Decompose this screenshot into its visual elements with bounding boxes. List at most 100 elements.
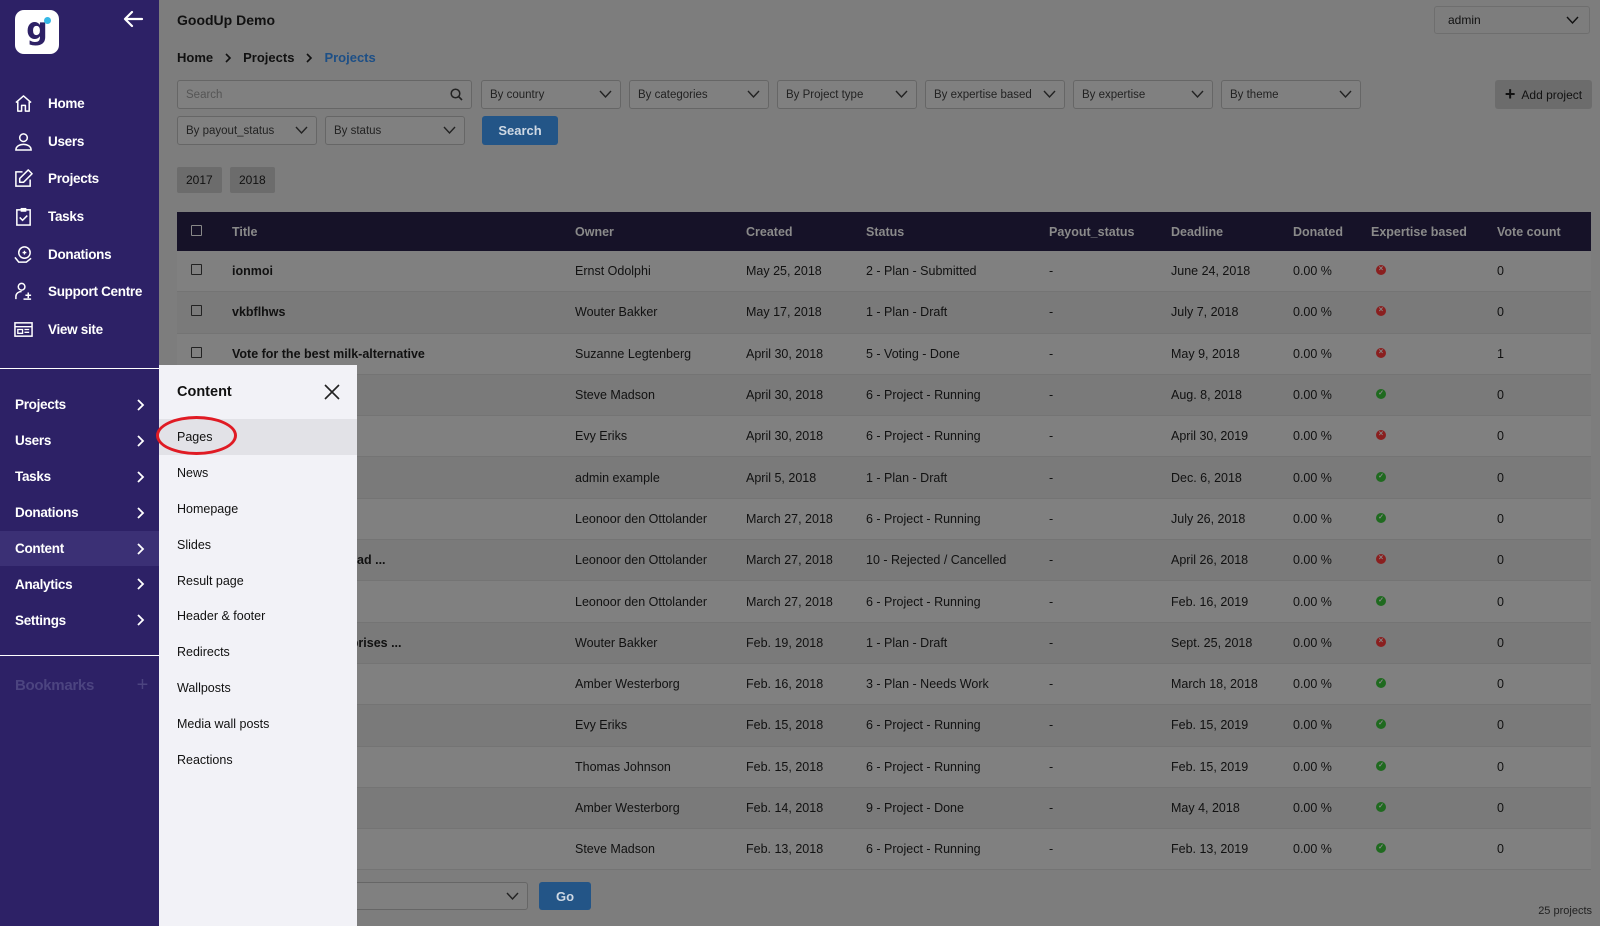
table-row[interactable]: chtelingenAmber WesterborgFeb. 16, 20183… xyxy=(177,663,1591,706)
filter-categories-select[interactable]: By categories xyxy=(629,80,769,109)
row-expertise-based xyxy=(1371,553,1497,567)
add-project-button[interactable]: + Add project xyxy=(1495,80,1592,109)
nav-item-tasks[interactable]: Tasks xyxy=(0,198,159,236)
search-icon[interactable] xyxy=(450,88,463,101)
column-expertise-based[interactable]: Expertise based xyxy=(1371,225,1497,239)
flyout-item-wallposts[interactable]: Wallposts xyxy=(159,670,357,706)
row-created: Feb. 13, 2018 xyxy=(746,842,824,857)
column-payout-status[interactable]: Payout_status xyxy=(1049,225,1171,239)
filter-expertise-based-select[interactable]: By expertise based xyxy=(925,80,1065,109)
column-vote-count[interactable]: Vote count xyxy=(1497,225,1591,239)
row-deadline: Sept. 25, 2018 xyxy=(1171,635,1253,650)
flyout-item-pages[interactable]: Pages xyxy=(159,419,357,455)
nav-item-projects[interactable]: Projects xyxy=(0,160,159,198)
table-row[interactable]: his amazing NGO ...Steve MadsonFeb. 13, … xyxy=(177,829,1591,871)
row-select-checkbox[interactable] xyxy=(191,305,202,317)
row-deadline: Feb. 16, 2019 xyxy=(1171,594,1249,609)
nav-item-label: Projects xyxy=(48,171,99,187)
table-row[interactable]: een droomhuis!Amber WesterborgFeb. 14, 2… xyxy=(177,787,1591,830)
search-input[interactable]: Search xyxy=(177,80,472,109)
row-vote-count: 0 xyxy=(1497,842,1504,857)
section-nav: Projects Users Tasks Donations Content A… xyxy=(0,387,159,638)
section-label: Analytics xyxy=(15,576,73,592)
filter-payout-status-select[interactable]: By payout_status xyxy=(177,116,317,145)
column-created[interactable]: Created xyxy=(746,225,866,239)
collapse-arrow-icon[interactable] xyxy=(122,9,144,29)
section-item-analytics[interactable]: Analytics xyxy=(0,566,159,602)
table-row[interactable]: vkbflhws Wouter Bakker May 17, 2018 1 - Pla… xyxy=(177,292,1591,334)
search-button[interactable]: Search xyxy=(482,116,558,145)
filter-country-select[interactable]: By country xyxy=(481,80,621,109)
section-item-tasks[interactable]: Tasks xyxy=(0,459,159,495)
year-filter-2017[interactable]: 2017 xyxy=(177,167,222,193)
section-label: Donations xyxy=(15,505,79,521)
flyout-item-reactions[interactable]: Reactions xyxy=(159,742,357,778)
nav-item-view-site[interactable]: View site xyxy=(0,311,159,349)
select-all-checkbox[interactable] xyxy=(191,224,202,236)
table-row[interactable]: Vote for the best milk-alternative Suzann… xyxy=(177,333,1591,375)
row-deadline: June 24, 2018 xyxy=(1171,264,1251,279)
table-row[interactable]: our value chainEvy EriksApril 30, 20186 … xyxy=(177,416,1591,458)
flyout-item-media-wall-posts[interactable]: Media wall posts xyxy=(159,706,357,742)
table-row[interactable]: np in BulgariaLeonoor den OttolanderMarc… xyxy=(177,498,1591,541)
table-row[interactable]: ionmoi Ernst Odolphi May 25, 2018 2 - Plan … xyxy=(177,251,1591,293)
chevron-down-icon xyxy=(443,126,456,135)
table-row[interactable]: admin example April 5, 2018 1 - Plan - Dra… xyxy=(177,457,1591,499)
row-expertise-based xyxy=(1371,677,1497,691)
flyout-item-header-footer[interactable]: Header & footer xyxy=(159,598,357,634)
row-deadline: Aug. 8, 2018 xyxy=(1171,388,1242,403)
flyout-item-news[interactable]: News xyxy=(159,455,357,491)
user-menu-select[interactable]: admin xyxy=(1434,6,1590,34)
flyout-item-homepage[interactable]: Homepage xyxy=(159,491,357,527)
flyout-item-redirects[interactable]: Redirects xyxy=(159,634,357,670)
filter-status-select[interactable]: By status xyxy=(325,116,465,145)
section-item-donations[interactable]: Donations xyxy=(0,495,159,531)
column-created-label: Created xyxy=(746,224,793,239)
section-item-projects[interactable]: Projects xyxy=(0,387,159,423)
row-select-checkbox[interactable] xyxy=(191,346,202,358)
nav-item-users[interactable]: Users xyxy=(0,123,159,161)
nav-item-home[interactable]: Home xyxy=(0,85,159,123)
nav-item-donations[interactable]: Donations xyxy=(0,235,159,273)
add-bookmark-icon[interactable]: + xyxy=(137,674,149,697)
section-item-users[interactable]: Users xyxy=(0,423,159,459)
bulk-action-select[interactable] xyxy=(354,882,528,910)
row-title[interactable]: ionmoi xyxy=(232,264,575,278)
go-button[interactable]: Go xyxy=(539,882,591,910)
table-row[interactable]: ucts for social enterprises ...Wouter Ba… xyxy=(177,622,1591,664)
nav-item-support-centre[interactable]: Support Centre xyxy=(0,273,159,311)
row-status: 9 - Project - Done xyxy=(866,801,964,815)
flyout-item-slides[interactable]: Slides xyxy=(159,527,357,563)
row-deadline: March 18, 2018 xyxy=(1171,677,1258,692)
breadcrumb-home[interactable]: Home xyxy=(177,50,213,65)
column-title[interactable]: Title xyxy=(232,225,575,239)
filter-expertise-select[interactable]: By expertise xyxy=(1073,80,1213,109)
filter-theme-select[interactable]: By theme xyxy=(1221,80,1361,109)
breadcrumb-projects[interactable]: Projects xyxy=(243,50,294,65)
column-owner[interactable]: Owner xyxy=(575,225,746,239)
column-deadline[interactable]: Deadline xyxy=(1171,225,1293,239)
year-filter-2018[interactable]: 2018 xyxy=(230,167,275,193)
table-row[interactable]: ndencentrum Maasstad ...Leonoor den Otto… xyxy=(177,540,1591,582)
row-payout-status: - xyxy=(1049,594,1054,609)
table-row[interactable]: consumptionThomas JohnsonFeb. 15, 20186 … xyxy=(177,746,1591,788)
row-select-checkbox[interactable] xyxy=(191,264,202,276)
filter-project-type-select[interactable]: By Project type xyxy=(777,80,917,109)
flyout-item-result-page[interactable]: Result page xyxy=(159,563,357,599)
table-row[interactable]: customersEvy EriksFeb. 15, 20186 - Proje… xyxy=(177,705,1591,747)
section-item-settings[interactable]: Settings xyxy=(0,602,159,638)
column-status[interactable]: ✕ ^Status xyxy=(866,225,1049,239)
row-title[interactable]: vkbflhws xyxy=(232,305,575,319)
table-row[interactable]: ckSteve MadsonApril 30, 20186 - Project … xyxy=(177,374,1591,417)
table-row[interactable]: Leonoor den Ottolander March 27, 2018 6 - … xyxy=(177,581,1591,623)
close-icon[interactable] xyxy=(323,383,341,401)
goodup-logo[interactable]: g xyxy=(15,10,59,54)
row-title[interactable]: Vote for the best milk-alternative xyxy=(232,347,575,361)
row-created: Feb. 16, 2018 xyxy=(746,677,824,692)
select-label: By country xyxy=(490,88,545,101)
column-donated[interactable]: Donated xyxy=(1293,225,1371,239)
check-circle-icon xyxy=(1376,678,1386,689)
check-circle-icon xyxy=(1376,843,1386,854)
row-donated: 0.00 % xyxy=(1293,511,1332,526)
section-item-content[interactable]: Content xyxy=(0,530,159,567)
